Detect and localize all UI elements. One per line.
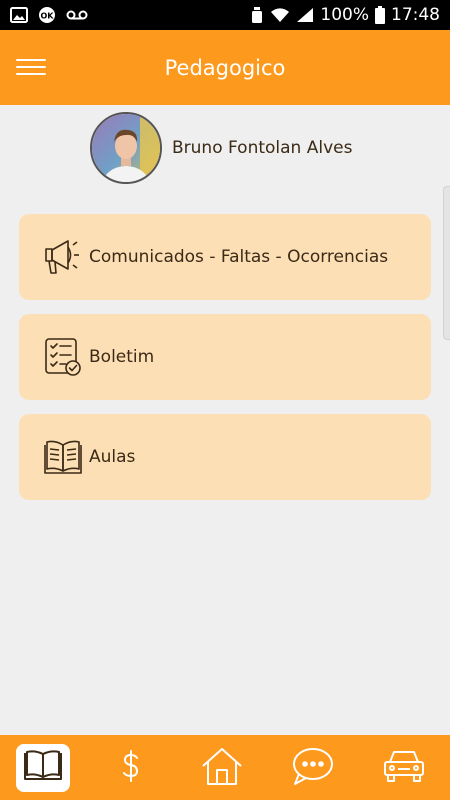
image-icon bbox=[10, 7, 28, 23]
wifi-icon bbox=[270, 7, 290, 23]
book-icon bbox=[23, 749, 63, 787]
battery-level: 100% bbox=[320, 5, 369, 25]
nav-home[interactable] bbox=[192, 740, 252, 796]
voicemail-icon bbox=[66, 9, 88, 21]
book-icon bbox=[43, 437, 83, 477]
user-profile: Bruno Fontolan Alves bbox=[90, 112, 352, 184]
alarm-icon bbox=[250, 6, 264, 24]
scrollbar[interactable] bbox=[443, 186, 450, 340]
menu-item-aulas[interactable]: Aulas bbox=[19, 414, 431, 500]
nav-pedagogico[interactable] bbox=[15, 743, 70, 792]
ok-icon: OK bbox=[36, 6, 58, 24]
menu-item-comunicados[interactable]: Comunicados - Faltas - Ocorrencias bbox=[19, 214, 431, 300]
avatar bbox=[90, 112, 162, 184]
hamburger-menu-icon[interactable] bbox=[16, 54, 46, 80]
nav-transporte[interactable] bbox=[374, 740, 434, 796]
user-name: Bruno Fontolan Alves bbox=[172, 138, 353, 158]
nav-chat[interactable] bbox=[283, 740, 343, 796]
car-icon bbox=[382, 748, 426, 788]
status-bar: OK 100% 17:48 bbox=[0, 0, 450, 30]
signal-icon bbox=[296, 7, 314, 23]
bottom-navigation bbox=[0, 735, 450, 800]
menu-item-label: Comunicados - Faltas - Ocorrencias bbox=[89, 247, 389, 267]
dollar-icon bbox=[120, 749, 142, 787]
page-title: Pedagogico bbox=[164, 55, 286, 80]
clock: 17:48 bbox=[391, 5, 440, 25]
home-icon bbox=[201, 746, 243, 790]
checklist-icon bbox=[43, 337, 83, 377]
chat-icon bbox=[291, 746, 335, 790]
nav-financeiro[interactable] bbox=[101, 740, 161, 796]
battery-icon bbox=[375, 6, 385, 24]
menu-item-label: Boletim bbox=[89, 347, 155, 367]
svg-text:OK: OK bbox=[41, 12, 55, 21]
megaphone-icon bbox=[43, 237, 83, 277]
menu-item-label: Aulas bbox=[89, 447, 136, 467]
app-bar: Pedagogico bbox=[0, 30, 450, 105]
menu-item-boletim[interactable]: Boletim bbox=[19, 314, 431, 400]
